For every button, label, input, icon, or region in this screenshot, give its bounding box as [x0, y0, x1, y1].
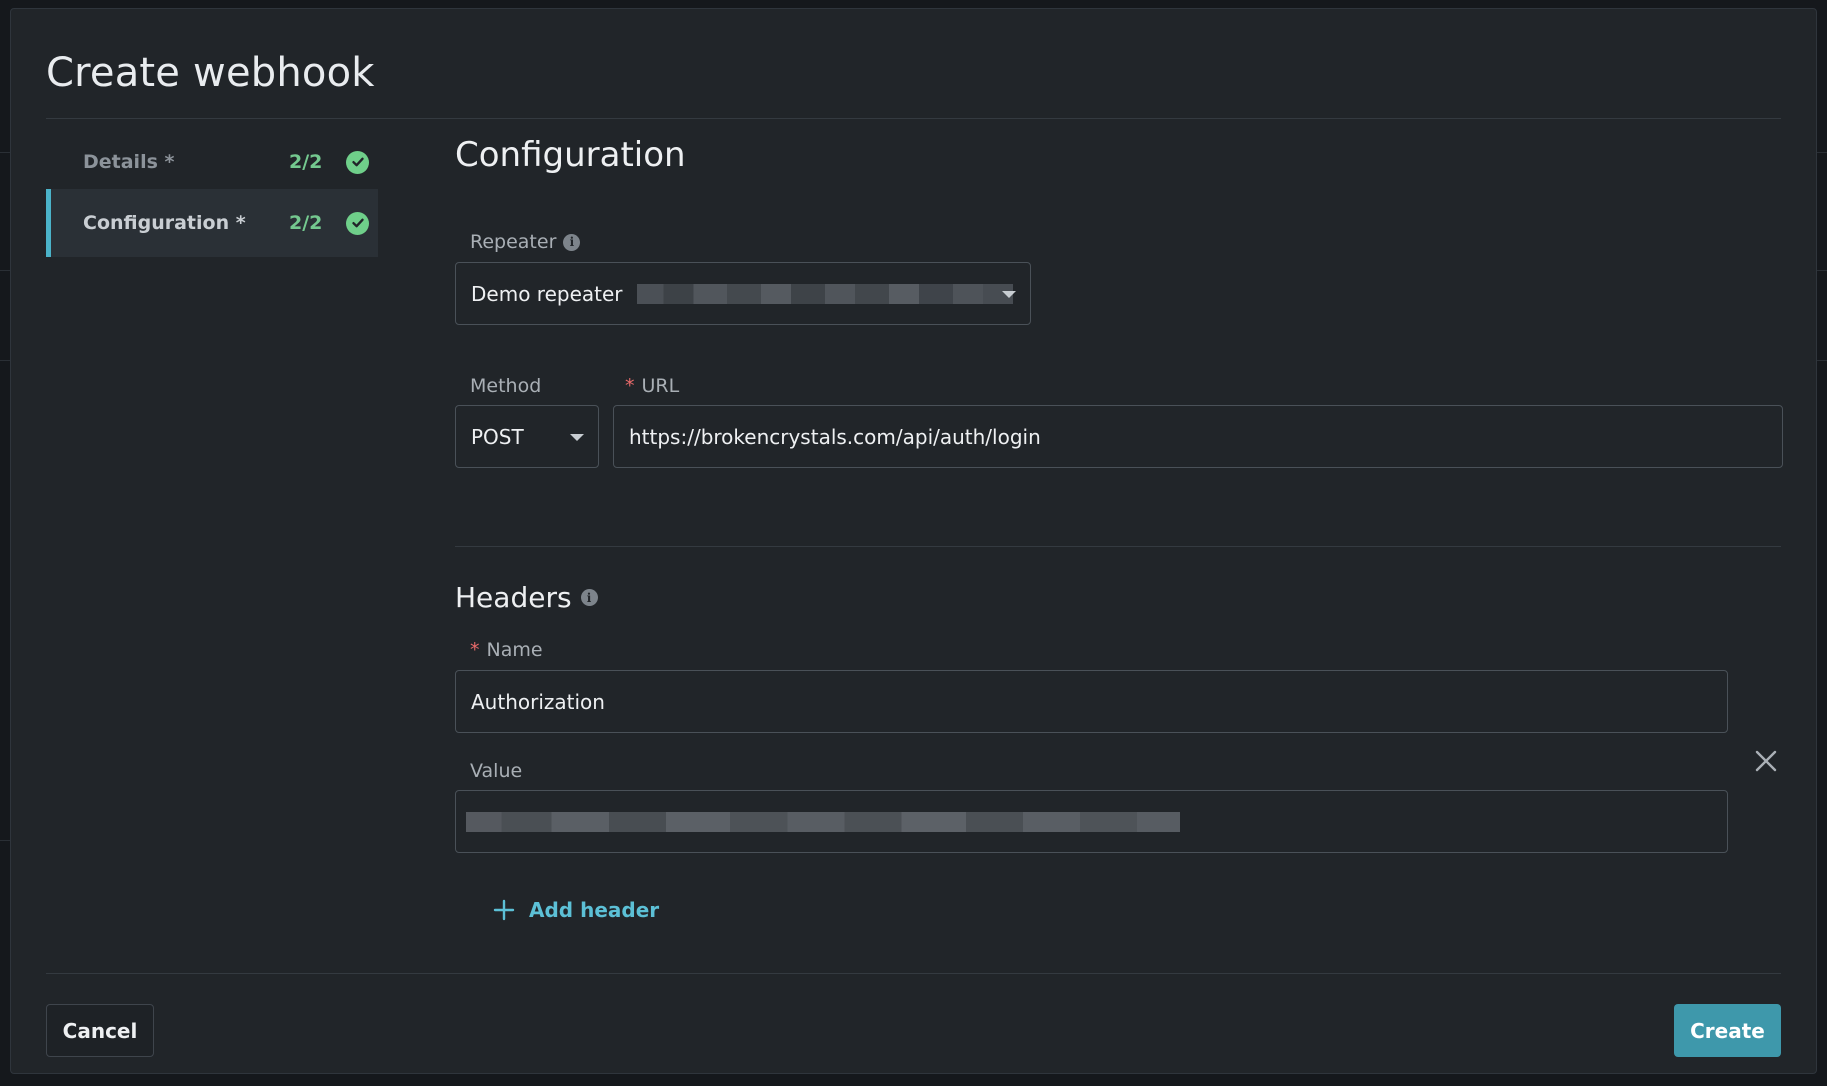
header-name-label-text: Name [486, 639, 543, 661]
plus-icon [493, 899, 515, 921]
divider [455, 546, 1781, 547]
backdrop-line [1817, 152, 1827, 153]
required-mark: * [470, 639, 480, 661]
step-label: Details * [83, 151, 175, 173]
headers-title-text: Headers [455, 581, 572, 614]
url-label: * URL [625, 375, 679, 397]
repeater-value: Demo repeater [471, 281, 623, 306]
section-title-headers: Headers i [455, 581, 598, 614]
chevron-down-icon [570, 434, 584, 441]
url-label-text: URL [641, 375, 680, 397]
add-header-label: Add header [529, 898, 660, 922]
cancel-button[interactable]: Cancel [46, 1004, 154, 1057]
add-header-button[interactable]: Add header [493, 898, 659, 922]
redacted-text [636, 283, 1013, 304]
header-name-input[interactable]: Authorization [455, 670, 1728, 733]
step-count: 2/2 [289, 151, 323, 173]
required-mark: * [625, 375, 635, 397]
create-button[interactable]: Create [1674, 1004, 1781, 1057]
divider [46, 973, 1781, 974]
create-webhook-modal: Create webhook Details * 2/2 Configurati… [10, 8, 1817, 1074]
info-icon[interactable]: i [563, 233, 581, 251]
step-count: 2/2 [289, 212, 323, 234]
info-icon[interactable]: i [580, 589, 598, 606]
backdrop-line [0, 840, 10, 841]
backdrop-line [0, 270, 10, 271]
check-circle-icon [346, 150, 369, 174]
repeater-label: Repeater i [470, 231, 581, 253]
section-title-configuration: Configuration [455, 135, 686, 175]
step-label: Configuration * [83, 212, 246, 234]
repeater-select[interactable]: Demo repeater [455, 262, 1031, 325]
header-name-label: * Name [470, 639, 543, 661]
repeater-label-text: Repeater [470, 231, 557, 253]
backdrop-line [1817, 360, 1827, 361]
header-name-value: Authorization [471, 689, 605, 714]
backdrop-line [1817, 270, 1827, 271]
method-label: Method [470, 375, 542, 397]
step-details[interactable]: Details * 2/2 [46, 128, 378, 196]
redacted-text [466, 812, 1180, 832]
chevron-down-icon [1002, 291, 1016, 298]
method-select[interactable]: POST [455, 405, 599, 468]
url-input[interactable]: https://brokencrystals.com/api/auth/logi… [613, 405, 1783, 468]
divider [46, 118, 1781, 119]
close-icon[interactable] [1754, 749, 1778, 773]
header-value-label: Value [470, 760, 523, 782]
modal-title: Create webhook [46, 50, 375, 96]
step-configuration[interactable]: Configuration * 2/2 [46, 189, 378, 257]
backdrop-line [0, 360, 10, 361]
backdrop-line [0, 152, 10, 153]
check-circle-icon [346, 211, 369, 235]
url-value: https://brokencrystals.com/api/auth/logi… [629, 424, 1041, 449]
header-value-input[interactable] [455, 790, 1728, 853]
method-value: POST [471, 424, 524, 449]
